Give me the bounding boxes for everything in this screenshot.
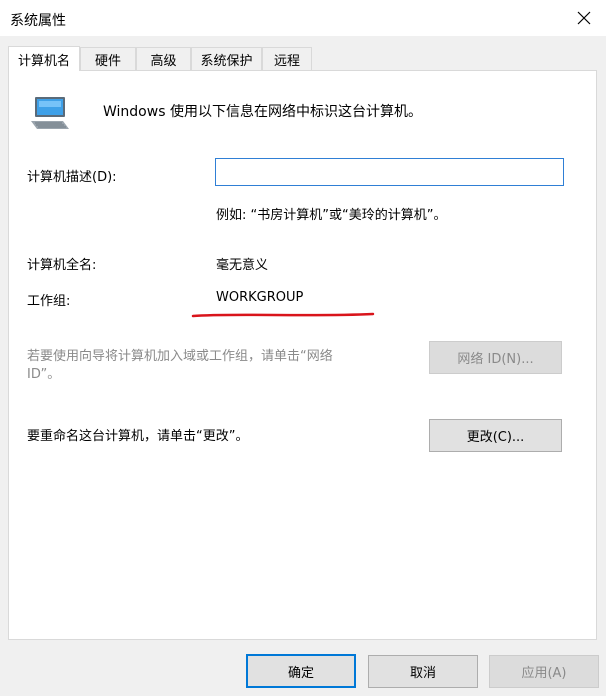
workgroup-value: WORKGROUP xyxy=(216,290,304,305)
workgroup-label: 工作组: xyxy=(27,294,71,309)
ok-button-label: 确定 xyxy=(287,665,314,681)
network-id-button-label: 网络 ID(N)... xyxy=(457,352,534,367)
change-button[interactable]: 更改(C)... xyxy=(429,419,562,452)
description-label: 计算机描述(D): xyxy=(27,170,117,185)
network-hint-line1: 若要使用向导将计算机加入域或工作组，请单击“网络 xyxy=(27,349,333,364)
ok-button[interactable]: 确定 xyxy=(246,654,356,688)
tab-system-protection[interactable]: 系统保护 xyxy=(191,47,262,70)
tab-hardware[interactable]: 硬件 xyxy=(80,47,136,70)
apply-button-label: 应用(A) xyxy=(521,666,567,681)
close-icon xyxy=(577,11,591,25)
network-hint-line2: ID”。 xyxy=(27,367,61,382)
example-text: 例如: “书房计算机”或“美玲的计算机”。 xyxy=(216,208,447,223)
tab-advanced[interactable]: 高级 xyxy=(136,47,191,70)
intro-text: Windows 使用以下信息在网络中标识这台计算机。 xyxy=(103,104,422,120)
change-button-label: 更改(C)... xyxy=(466,430,525,445)
full-name-value: 毫无意义 xyxy=(216,258,269,273)
tab-label: 远程 xyxy=(273,53,300,69)
rename-text: 要重命名这台计算机，请单击“更改”。 xyxy=(27,429,249,444)
network-id-button[interactable]: 网络 ID(N)... xyxy=(429,341,562,374)
window-title: 系统属性 xyxy=(10,13,66,29)
tab-label: 硬件 xyxy=(94,53,121,69)
full-name-label: 计算机全名: xyxy=(27,258,97,273)
cancel-button-label: 取消 xyxy=(409,666,436,681)
computer-description-input[interactable] xyxy=(215,158,564,186)
tab-remote[interactable]: 远程 xyxy=(262,47,312,70)
tab-label: 系统保护 xyxy=(200,53,253,69)
tab-computer-name[interactable]: 计算机名 xyxy=(8,46,80,71)
computer-icon xyxy=(31,97,69,129)
tab-panel-computer-name: Windows 使用以下信息在网络中标识这台计算机。 计算机描述(D): 例如:… xyxy=(8,70,597,640)
apply-button[interactable]: 应用(A) xyxy=(489,655,599,688)
close-button[interactable] xyxy=(570,4,598,32)
tab-label: 高级 xyxy=(150,53,177,69)
red-underline-annotation xyxy=(191,312,375,318)
cancel-button[interactable]: 取消 xyxy=(368,655,478,688)
title-bar: 系统属性 xyxy=(0,0,606,36)
tab-label: 计算机名 xyxy=(17,53,70,69)
